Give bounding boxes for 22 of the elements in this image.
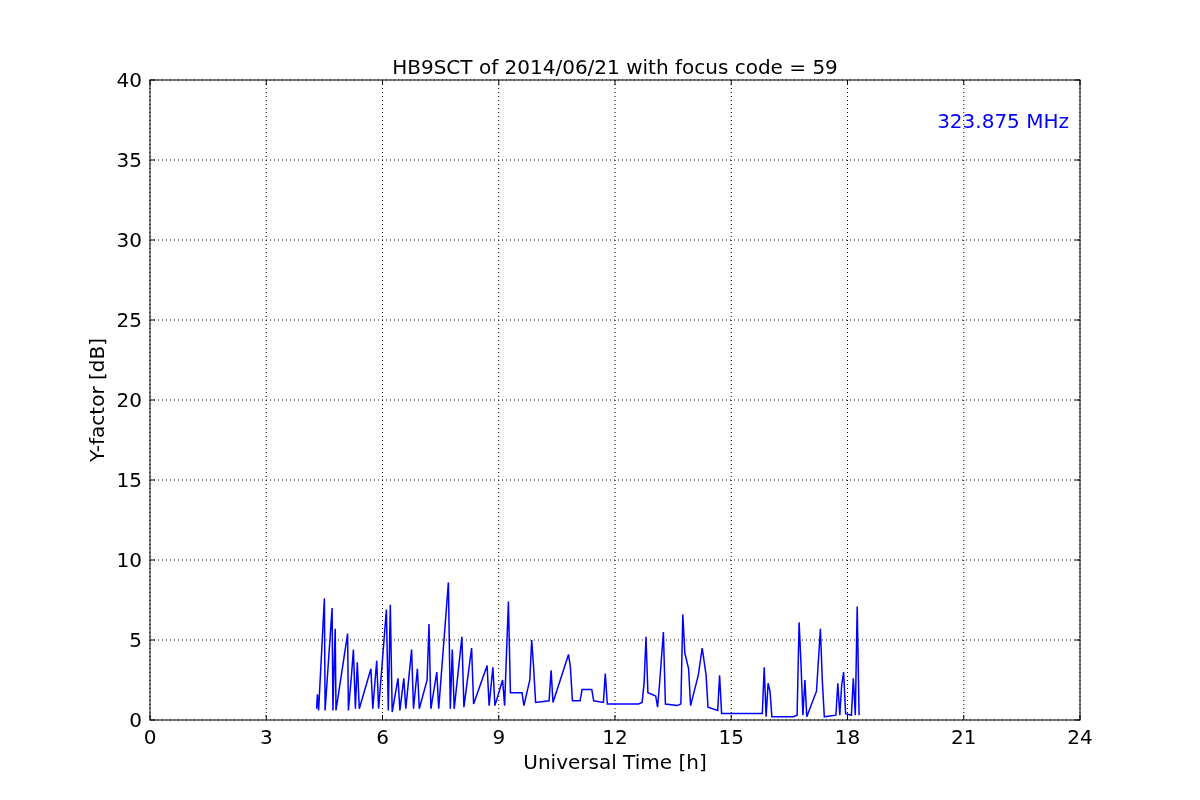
x-tick-label: 24	[1067, 725, 1093, 749]
y-tick-label: 40	[116, 68, 142, 92]
x-tick-label: 12	[602, 725, 628, 749]
y-tick-label: 20	[116, 388, 142, 412]
y-tick-label: 15	[116, 468, 142, 492]
frequency-annotation: 323.875 MHz	[937, 109, 1069, 133]
y-tick-label: 5	[129, 628, 142, 652]
y-tick-label: 0	[129, 708, 142, 732]
x-tick-label: 0	[143, 725, 157, 749]
y-tick-label: 35	[116, 148, 142, 172]
y-tick-label: 25	[116, 308, 142, 332]
chart-title: HB9SCT of 2014/06/21 with focus code = 59	[392, 55, 838, 79]
x-tick-label: 21	[951, 725, 977, 749]
y-axis-label: Y-factor [dB]	[85, 338, 109, 462]
x-tick-label: 15	[718, 725, 744, 749]
x-tick-label: 9	[492, 725, 506, 749]
x-tick-label: 18	[834, 725, 861, 749]
x-tick-label: 6	[376, 725, 389, 749]
x-tick-label: 3	[259, 725, 273, 749]
y-tick-label: 10	[116, 548, 142, 572]
y-tick-label: 30	[116, 228, 142, 252]
x-axis-label: Universal Time [h]	[523, 750, 707, 774]
